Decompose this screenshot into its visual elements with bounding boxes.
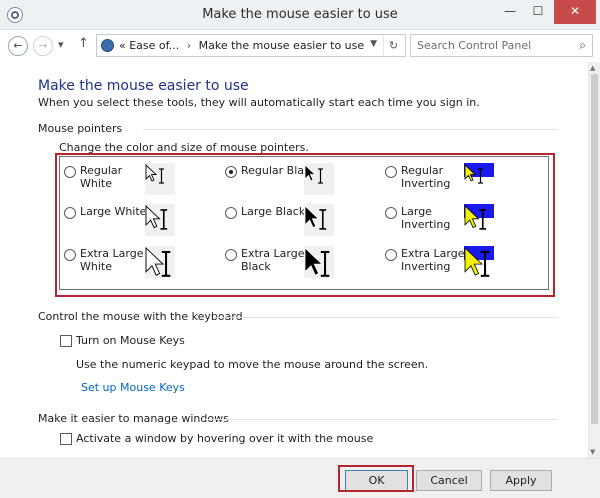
scrollbar-thumb[interactable]: [591, 74, 598, 424]
breadcrumb-separator[interactable]: ›: [183, 39, 195, 52]
mouse-pointers-section-title: Mouse pointers: [38, 122, 123, 135]
section-divider: [143, 129, 558, 130]
pointer-option-label[interactable]: Regular Inverting: [401, 164, 450, 190]
breadcrumb-current[interactable]: Make the mouse easier to use: [199, 39, 365, 52]
address-dropdown-icon[interactable]: ▼: [370, 39, 377, 49]
pointer-radio[interactable]: [385, 207, 397, 219]
pointer-option-regular-inverting[interactable]: Regular Inverting: [385, 164, 450, 190]
scroll-down-icon[interactable]: ▼: [590, 448, 595, 456]
up-button[interactable]: ↑: [78, 36, 89, 51]
pointer-option-regular-black[interactable]: Regular Black: [225, 164, 316, 178]
mouse-keys-label[interactable]: Turn on Mouse Keys: [76, 334, 185, 347]
search-icon[interactable]: ⌕: [579, 38, 586, 53]
mouse-keys-description: Use the numeric keypad to move the mouse…: [76, 358, 429, 371]
breadcrumb-overflow[interactable]: «: [119, 39, 126, 52]
address-bar[interactable]: « Ease of... › Make the mouse easier to …: [96, 34, 406, 57]
pointer-preview-black-icon: [304, 204, 334, 236]
pointer-option-label[interactable]: Large White: [80, 205, 146, 218]
pointer-option-label[interactable]: Regular White: [80, 164, 122, 190]
windows-section-title: Make it easier to manage windows: [38, 412, 229, 425]
scroll-up-icon[interactable]: ▲: [590, 64, 595, 72]
forward-button[interactable]: →: [33, 36, 53, 56]
cancel-button[interactable]: Cancel: [416, 470, 482, 491]
pointer-option-large-white[interactable]: Large White: [64, 205, 146, 219]
dialog-footer: OK Cancel Apply: [0, 458, 600, 498]
pointer-preview-inverting-icon: [464, 204, 494, 236]
section-divider: [202, 419, 558, 420]
control-panel-location-icon: [101, 39, 114, 52]
close-button[interactable]: ✕: [554, 0, 596, 24]
pointer-radio[interactable]: [225, 249, 237, 261]
ok-button-highlight: [338, 465, 414, 492]
hover-activate-label[interactable]: Activate a window by hovering over it wi…: [76, 432, 373, 445]
pointer-radio[interactable]: [64, 207, 76, 219]
pointer-option-extra-large-black[interactable]: Extra Large Black: [225, 247, 304, 273]
vertical-scrollbar[interactable]: ▲ ▼: [588, 62, 600, 458]
apply-button[interactable]: Apply: [490, 470, 552, 491]
pointer-radio[interactable]: [225, 166, 237, 178]
pointer-radio[interactable]: [385, 249, 397, 261]
pointer-option-extra-large-inverting[interactable]: Extra Large Inverting: [385, 247, 464, 273]
pointer-preview-inverting-icon: [464, 163, 494, 195]
pointer-radio[interactable]: [385, 166, 397, 178]
pointer-preview-white-icon: [145, 246, 175, 278]
pointer-option-large-inverting[interactable]: Large Inverting: [385, 205, 450, 231]
navigation-bar: ← → ▾ ↑ « Ease of... › Make the mouse ea…: [0, 30, 600, 62]
refresh-icon[interactable]: ↻: [383, 36, 403, 55]
keyboard-section-title: Control the mouse with the keyboard: [38, 310, 243, 323]
pointer-option-label[interactable]: Extra Large Inverting: [401, 247, 464, 273]
hover-activate-checkbox[interactable]: [60, 433, 72, 445]
breadcrumb-ease-of-access[interactable]: Ease of...: [129, 39, 179, 52]
pointer-option-label[interactable]: Large Black: [241, 205, 305, 218]
breadcrumb: « Ease of... › Make the mouse easier to …: [119, 39, 364, 52]
pointer-preview-black-icon: [304, 246, 334, 278]
set-up-mouse-keys-link[interactable]: Set up Mouse Keys: [81, 381, 185, 394]
pointer-option-label[interactable]: Large Inverting: [401, 205, 450, 231]
pointer-preview-white-icon: [145, 204, 175, 236]
pointer-preview-black-icon: [304, 163, 334, 195]
mouse-keys-checkbox[interactable]: [60, 335, 72, 347]
back-button[interactable]: ←: [8, 36, 28, 56]
pointer-option-regular-white[interactable]: Regular White: [64, 164, 122, 190]
pointer-option-label[interactable]: Extra Large White: [80, 247, 143, 273]
pointer-preview-inverting-icon: [464, 246, 494, 278]
section-divider: [215, 317, 558, 318]
page-description: When you select these tools, they will a…: [38, 96, 480, 109]
search-input[interactable]: [411, 35, 566, 56]
minimize-button[interactable]: —: [496, 0, 524, 24]
pointer-preview-white-icon: [145, 163, 175, 195]
maximize-button[interactable]: ☐: [524, 0, 552, 24]
search-box[interactable]: ⌕: [410, 34, 593, 57]
pointer-option-label[interactable]: Extra Large Black: [241, 247, 304, 273]
pointer-radio[interactable]: [225, 207, 237, 219]
page-title: Make the mouse easier to use: [38, 78, 249, 94]
pointer-option-extra-large-white[interactable]: Extra Large White: [64, 247, 143, 273]
recent-locations-dropdown[interactable]: ▾: [58, 38, 64, 51]
title-bar: Make the mouse easier to use — ☐ ✕: [0, 0, 600, 30]
pointer-radio[interactable]: [64, 166, 76, 178]
pointer-radio[interactable]: [64, 249, 76, 261]
main-content: Make the mouse easier to use When you se…: [0, 62, 588, 458]
pointer-option-large-black[interactable]: Large Black: [225, 205, 305, 219]
